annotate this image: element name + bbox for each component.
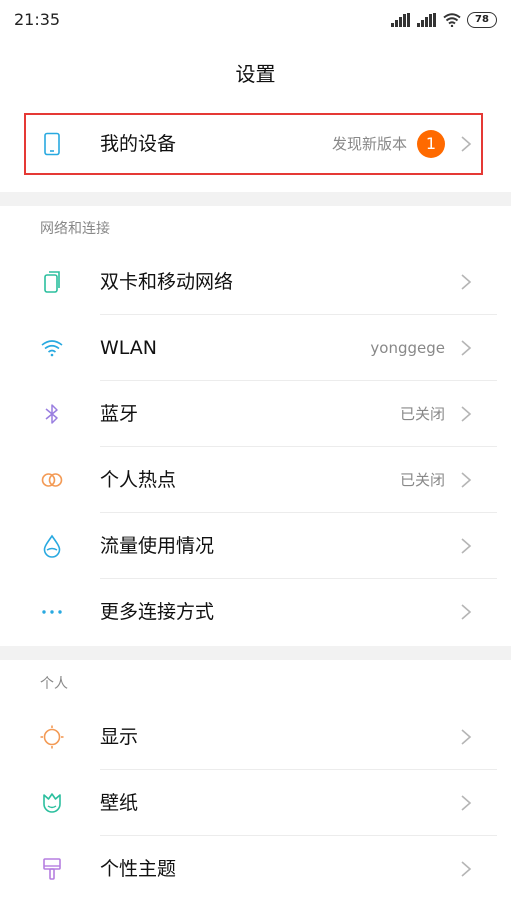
- sun-icon: [40, 725, 64, 749]
- more-connections-label: 更多连接方式: [100, 601, 215, 623]
- status-bar: 21:35 78: [0, 0, 511, 40]
- bluetooth-row[interactable]: 蓝牙 已关闭: [0, 381, 511, 447]
- more-connections-row[interactable]: 更多连接方式: [0, 579, 511, 645]
- phone-icon: [44, 132, 60, 156]
- tulip-icon: [43, 793, 61, 813]
- chevron-right-icon: [461, 340, 472, 356]
- water-drop-icon: [43, 534, 61, 558]
- sim-mobile-network-row[interactable]: 双卡和移动网络: [0, 249, 511, 315]
- cellular-signal-icon: [391, 13, 410, 27]
- bluetooth-label: 蓝牙: [100, 403, 139, 425]
- my-device-label: 我的设备: [100, 133, 177, 155]
- chevron-right-icon: [461, 795, 472, 811]
- bluetooth-icon: [45, 404, 58, 424]
- wlan-label: WLAN: [100, 337, 158, 359]
- section-header-network: 网络和连接: [40, 221, 110, 237]
- wlan-row[interactable]: WLAN yonggege: [0, 315, 511, 381]
- section-divider: [0, 192, 511, 206]
- data-usage-row[interactable]: 流量使用情况: [0, 513, 511, 579]
- section-header-personal: 个人: [40, 676, 68, 692]
- theme-row[interactable]: 个性主题: [0, 836, 511, 902]
- page-title: 设置: [235, 62, 276, 86]
- wlan-network-name: yonggege: [370, 339, 445, 357]
- section-divider: [0, 646, 511, 660]
- battery-icon: 78: [467, 12, 497, 28]
- chevron-right-icon: [461, 406, 472, 422]
- paint-brush-icon: [43, 858, 61, 880]
- hotspot-icon: [41, 473, 63, 487]
- hotspot-label: 个人热点: [100, 469, 177, 491]
- chevron-right-icon: [461, 861, 472, 877]
- wallpaper-label: 壁纸: [100, 792, 139, 814]
- my-device-row[interactable]: 我的设备 发现新版本 1: [0, 111, 511, 177]
- chevron-right-icon: [461, 472, 472, 488]
- new-version-text: 发现新版本: [331, 135, 407, 153]
- sim-card-icon: [44, 271, 60, 293]
- update-badge: 1: [417, 130, 445, 158]
- display-label: 显示: [100, 726, 139, 748]
- wifi-icon: [41, 340, 63, 357]
- chevron-right-icon: [461, 729, 472, 745]
- bluetooth-status: 已关闭: [399, 405, 445, 423]
- display-row[interactable]: 显示: [0, 704, 511, 770]
- cellular-signal-icon-2: [417, 13, 436, 27]
- sim-mobile-network-label: 双卡和移动网络: [100, 271, 234, 293]
- wifi-status-icon: [443, 13, 461, 27]
- wallpaper-row[interactable]: 壁纸: [0, 770, 511, 836]
- hotspot-status: 已关闭: [399, 471, 445, 489]
- data-usage-label: 流量使用情况: [100, 535, 215, 557]
- theme-label: 个性主题: [100, 858, 177, 880]
- hotspot-row[interactable]: 个人热点 已关闭: [0, 447, 511, 513]
- status-time: 21:35: [14, 10, 61, 29]
- chevron-right-icon: [461, 274, 472, 290]
- more-dots-icon: [42, 610, 62, 614]
- chevron-right-icon: [461, 136, 472, 152]
- chevron-right-icon: [461, 604, 472, 620]
- chevron-right-icon: [461, 538, 472, 554]
- status-icons: 78: [391, 12, 497, 28]
